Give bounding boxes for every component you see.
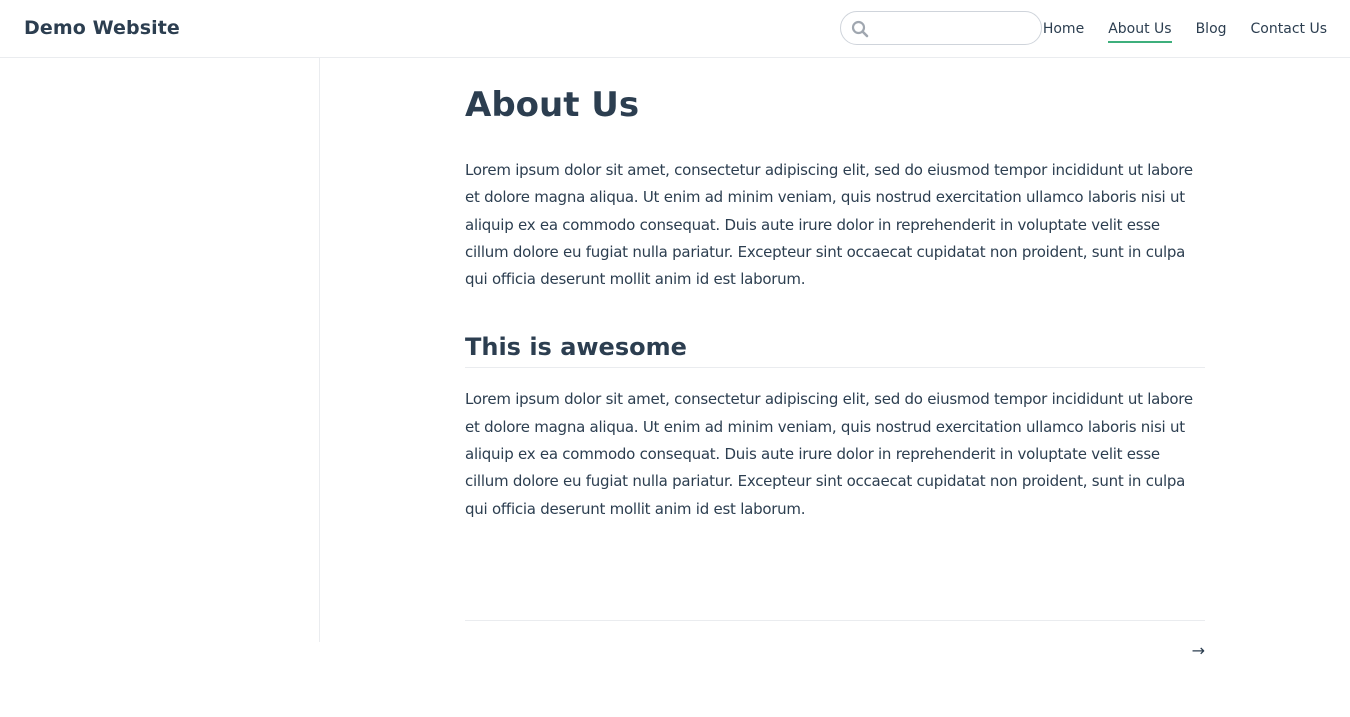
- nav-link-blog[interactable]: Blog: [1196, 20, 1227, 43]
- nav-link-contact-us[interactable]: Contact Us: [1251, 20, 1327, 43]
- sidebar: [0, 58, 320, 642]
- search-icon: [851, 20, 869, 38]
- nav-link-home[interactable]: Home: [1043, 20, 1084, 43]
- page-title: About Us: [465, 85, 640, 125]
- section-paragraph: Lorem ipsum dolor sit amet, consectetur …: [465, 390, 1193, 518]
- search-box[interactable]: [840, 11, 1042, 45]
- nav-links: Home About Us Blog Contact Us: [1043, 20, 1327, 43]
- main-content: About Us Lorem ipsum dolor sit amet, con…: [465, 58, 1205, 523]
- section-title: This is awesome: [465, 332, 1205, 369]
- site-name-link[interactable]: Demo Website: [24, 17, 180, 39]
- intro-paragraph: Lorem ipsum dolor sit amet, consectetur …: [465, 161, 1193, 289]
- nav-link-about-us[interactable]: About Us: [1108, 20, 1172, 43]
- next-page-link[interactable]: →: [1192, 641, 1205, 660]
- search-input[interactable]: [873, 16, 1033, 40]
- page-footer: →: [465, 620, 1205, 660]
- navbar: Demo Website Home About Us Blog Contact …: [0, 0, 1350, 58]
